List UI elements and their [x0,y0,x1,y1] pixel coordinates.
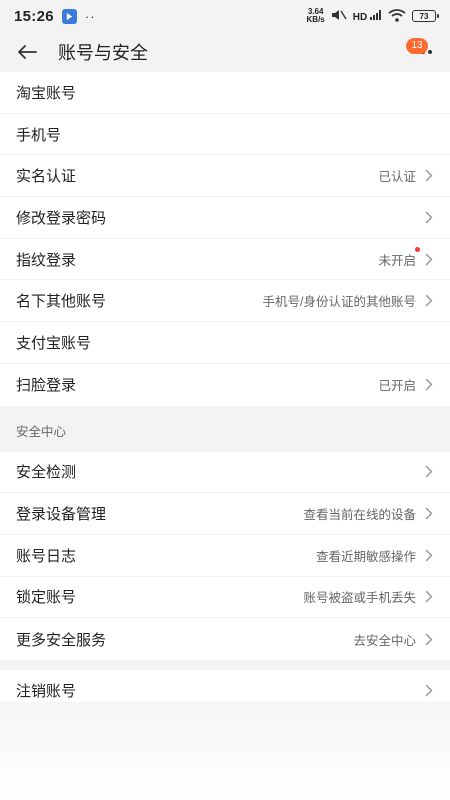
back-arrow-icon[interactable] [16,41,38,63]
row-right: 未开启 [378,246,434,269]
row-label: 实名认证 [16,168,77,186]
more-notifications-icon: ·· [84,8,96,24]
chevron-right-icon [424,378,434,392]
row-label: 名下其他账号 [16,293,107,311]
chevron-right-icon [424,684,434,698]
settings-row[interactable]: 账号日志 查看近期敏感操作 [0,535,450,577]
row-label: 淘宝账号 [16,84,77,102]
section-title-security-center: 安全中心 [0,405,450,452]
row-label: 支付宝账号 [16,334,92,352]
settings-row[interactable]: 实名认证 已认证 [0,155,450,198]
settings-row[interactable]: 修改登录密码 [0,197,450,239]
chevron-right-icon [424,210,434,224]
chevron-right-icon [424,465,434,479]
row-right: 手机号/身份认证的其他账号 [263,291,434,310]
row-label: 修改登录密码 [16,209,107,227]
row-value: 查看当前在线的设备 [303,508,416,523]
status-time: 15:26 [14,7,54,25]
security-center-group: 安全检测登录设备管理 查看当前在线的设备账号日志 查看近期敏感操作锁定账号 账号被盗或… [0,451,450,660]
row-right [424,465,434,479]
row-right: 查看当前在线的设备 [303,504,434,523]
settings-row[interactable]: 淘宝账号 [0,72,450,114]
row-right: 已开启 [378,375,434,394]
row-value: 去安全中心 [353,633,416,648]
status-bar: 15:26 ·· 3.64 KB/s HD 73 [0,0,450,32]
row-value: 未开启 [378,246,420,269]
wifi-icon [388,8,406,24]
row-right: 账号被盗或手机丢失 [303,587,434,606]
chevron-right-icon [424,252,434,266]
row-label: 登录设备管理 [16,506,107,524]
row-label: 更多安全服务 [16,631,107,649]
chevron-right-icon [424,294,434,308]
chevron-right-icon [424,632,434,646]
row-right: 查看近期敏感操作 [316,546,434,565]
row-value: 账号被盗或手机丢失 [303,591,416,606]
signal-icon: HD [353,9,382,23]
row-label: 锁定账号 [16,589,77,607]
empty-area [0,702,450,800]
settings-row[interactable]: 手机号 [0,114,450,156]
row-value: 已认证 [378,170,416,185]
row-label: 账号日志 [16,547,77,565]
chevron-right-icon [424,548,434,562]
row-label: 注销账号 [16,683,77,701]
settings-row[interactable]: 支付宝账号 [0,322,450,364]
settings-row[interactable]: 安全检测 [0,452,450,494]
row-right [424,210,434,224]
more-menu-button[interactable]: 13 [406,38,434,60]
row-label: 指纹登录 [16,251,77,269]
mute-icon [331,9,347,23]
settings-row[interactable]: 登录设备管理 查看当前在线的设备 [0,493,450,535]
row-value: 已开启 [378,379,416,394]
settings-row[interactable]: 更多安全服务 去安全中心 [0,618,450,660]
message-badge: 13 [406,38,428,54]
row-right: 去安全中心 [353,630,434,649]
battery-icon: 73 [412,10,439,22]
new-dot-indicator [415,246,420,252]
divider [0,659,450,670]
settings-row[interactable]: 名下其他账号 手机号/身份认证的其他账号 [0,280,450,323]
row-label: 手机号 [16,126,62,144]
app-notification-icon [61,8,77,24]
row-right [424,684,434,698]
row-label: 安全检测 [16,464,77,482]
network-speed: 3.64 KB/s [306,7,325,24]
row-right: 已认证 [378,166,434,185]
page-title: 账号与安全 [58,43,148,63]
row-value: 手机号/身份认证的其他账号 [262,295,416,310]
settings-row[interactable]: 扫脸登录 已开启 [0,364,450,406]
settings-row[interactable]: 锁定账号 账号被盗或手机丢失 [0,577,450,619]
account-settings-group: 淘宝账号手机号实名认证 已认证修改登录密码 指纹登录 未开启名下其他账号 手机号/身份认… [0,72,450,406]
chevron-right-icon [424,590,434,604]
title-bar: 账号与安全 13 [0,32,450,72]
chevron-right-icon [424,507,434,521]
chevron-right-icon [424,169,434,183]
row-label: 扫脸登录 [16,377,77,395]
row-value: 查看近期敏感操作 [315,549,416,564]
settings-row[interactable]: 指纹登录 未开启 [0,239,450,281]
